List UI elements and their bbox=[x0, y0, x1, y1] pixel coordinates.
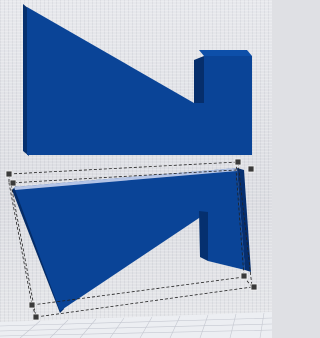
square-handle-icon[interactable] bbox=[32, 313, 40, 321]
square-handle-icon[interactable] bbox=[28, 301, 36, 309]
shape-bottom-notch-face bbox=[199, 211, 208, 261]
square-handle-icon[interactable] bbox=[234, 158, 242, 166]
3d-viewport[interactable] bbox=[0, 0, 272, 338]
shape-bottom-front-face bbox=[14, 168, 245, 311]
scene-canvas[interactable] bbox=[0, 0, 272, 338]
floor-grid bbox=[0, 312, 272, 338]
square-handle-icon[interactable] bbox=[247, 165, 255, 173]
shape-top-bevel bbox=[199, 50, 252, 56]
square-handle-icon[interactable] bbox=[240, 272, 248, 280]
square-handle-icon[interactable] bbox=[250, 283, 258, 291]
square-handle-icon[interactable] bbox=[9, 179, 17, 187]
square-handle-icon[interactable] bbox=[5, 170, 13, 178]
shape-top-notch-face bbox=[194, 56, 204, 103]
extruded-shape-bottom[interactable] bbox=[12, 168, 251, 313]
shape-top-front-face bbox=[27, 7, 252, 155]
extruded-shape-top[interactable] bbox=[23, 4, 252, 156]
